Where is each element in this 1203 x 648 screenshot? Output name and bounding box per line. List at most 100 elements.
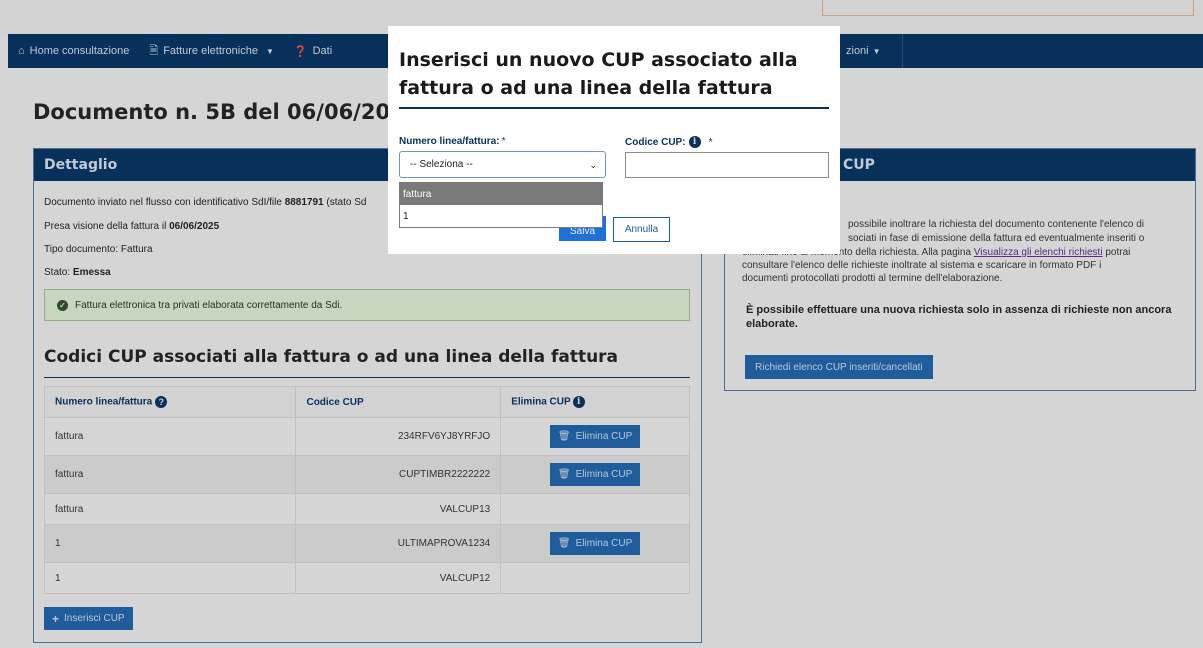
caret-down-icon: ▼	[872, 46, 881, 56]
delete-cup-button[interactable]: 🗑 Elimina CUP	[549, 425, 641, 448]
cell-code: VALCUP13	[295, 493, 502, 525]
delete-cup-label: Elimina CUP	[575, 469, 633, 480]
delete-cup-label: Elimina CUP	[575, 431, 633, 442]
cup-field-label-text: Codice CUP:	[625, 136, 686, 148]
required-marker: *	[501, 136, 506, 147]
section-divider	[44, 377, 690, 378]
detail-line-presa-visione: Presa visione della fattura il 06/06/202…	[44, 221, 219, 232]
question-circle-icon[interactable]: ?	[155, 396, 168, 408]
cup-table: Numero linea/fattura? Codice CUP Elimina…	[43, 386, 690, 594]
insert-cup-modal: Inserisci un nuovo CUP associato alla fa…	[388, 26, 840, 254]
detail-line-tipo: Tipo documento: Fattura	[44, 244, 153, 255]
modal-title: Inserisci un nuovo CUP associato alla fa…	[399, 49, 798, 99]
cup-code-input[interactable]	[625, 152, 829, 178]
nav-home-label: Home consultazione	[29, 45, 130, 57]
info-circle-icon[interactable]: i	[572, 396, 585, 408]
required-marker: *	[708, 136, 713, 148]
col-header-line: Numero linea/fattura?	[43, 386, 297, 418]
detail-line-flow: Documento inviato nel flusso con identif…	[44, 197, 366, 208]
dropdown-option-1[interactable]: 1	[400, 205, 602, 227]
chevron-down-icon: ⌄	[589, 160, 597, 170]
nav-funzioni[interactable]: zioni ▼	[846, 34, 903, 68]
request-text-line3-b: potrai	[1102, 247, 1131, 258]
col-header-line-label: Numero linea/fattura	[55, 396, 153, 408]
check-circle-icon: ✓	[57, 299, 68, 311]
delete-cup-button[interactable]: 🗑 Elimina CUP	[549, 463, 641, 486]
col-header-delete: Elimina CUP i	[500, 386, 690, 418]
cell-code: ULTIMAPROVA1234	[295, 524, 502, 563]
cup-field-label: Codice CUP: i *	[625, 136, 712, 148]
modal-divider	[399, 107, 829, 109]
detail-presa-date: 06/06/2025	[169, 221, 220, 232]
cell-action: 🗑 Elimina CUP	[500, 524, 690, 563]
line-select-dropdown: fattura 1	[399, 182, 603, 228]
table-row: 1 ULTIMAPROVA1234 🗑 Elimina CUP	[43, 524, 690, 563]
table-row: fattura 234RFV6YJ8YRFJO 🗑 Elimina CUP	[43, 417, 690, 456]
line-select[interactable]: -- Seleziona -- ⌄	[399, 151, 606, 178]
detail-flow-id: 8881791	[284, 197, 324, 208]
dropdown-option-fattura[interactable]: fattura	[400, 183, 602, 205]
nav-dati-label: Dati	[312, 45, 333, 57]
cell-line: 1	[43, 562, 297, 594]
insert-cup-button[interactable]: + Inserisci CUP	[44, 607, 133, 630]
page-title: Documento n. 5B del 06/06/2025	[33, 100, 420, 124]
cell-action: 🗑 Elimina CUP	[500, 455, 690, 494]
cell-action	[500, 562, 690, 594]
request-text-line2: sociati in fase di emissione della fattu…	[848, 233, 1145, 244]
table-row: fattura CUPTIMBR2222222 🗑 Elimina CUP	[43, 455, 690, 494]
cell-line: fattura	[43, 417, 297, 456]
nav-funzioni-label: zioni	[846, 45, 869, 57]
success-alert-text: Fattura elettronica tra privati elaborat…	[75, 299, 343, 311]
success-alert: ✓ Fattura elettronica tra privati elabor…	[44, 289, 690, 321]
trash-icon: 🗑	[557, 469, 571, 480]
cell-code: 234RFV6YJ8YRFJO	[295, 417, 502, 456]
cancel-button[interactable]: Annulla	[613, 217, 670, 242]
trash-icon: 🗑	[557, 538, 571, 549]
table-row: fattura VALCUP13	[43, 493, 690, 525]
caret-down-icon: ▼	[265, 46, 274, 56]
nav-separator	[902, 34, 903, 68]
col-header-code-label: Codice CUP	[306, 396, 364, 408]
trash-icon: 🗑	[557, 431, 571, 442]
request-text-line4: consultare l'elenco delle richieste inol…	[742, 260, 1102, 271]
cup-section-title: Codici CUP associati alla fattura o ad u…	[44, 347, 619, 367]
line-select-value: -- Seleziona --	[410, 159, 473, 170]
top-notice-box	[822, 0, 1194, 16]
request-bold-note: È possibile effettuare una nuova richies…	[746, 304, 1172, 330]
cell-line: fattura	[43, 493, 297, 525]
nav-home[interactable]: ⌂ Home consultazione	[8, 34, 139, 68]
delete-cup-label: Elimina CUP	[575, 538, 633, 549]
col-header-delete-label: Elimina CUP	[511, 396, 571, 408]
detail-line-stato: Stato: Emessa	[44, 267, 111, 278]
home-icon: ⌂	[18, 45, 25, 57]
cell-action	[500, 493, 690, 525]
plus-icon: +	[52, 611, 60, 626]
cell-code: VALCUP12	[295, 562, 502, 594]
detail-stato-prefix: Stato:	[44, 267, 73, 278]
info-circle-icon: ❓	[293, 45, 308, 58]
line-field-label: Numero linea/fattura: *	[399, 136, 505, 147]
delete-cup-button[interactable]: 🗑 Elimina CUP	[549, 532, 641, 555]
line-field-label-text: Numero linea/fattura:	[399, 136, 500, 147]
detail-flow-suffix: (stato Sd	[323, 197, 367, 208]
request-cup-list-button[interactable]: Richiedi elenco CUP inseriti/cancellati	[745, 355, 933, 379]
detail-stato-value: Emessa	[72, 267, 111, 278]
info-circle-icon[interactable]: i	[688, 136, 701, 148]
cell-code: CUPTIMBR2222222	[295, 455, 502, 494]
detail-flow-prefix: Documento inviato nel flusso con identif…	[44, 197, 285, 208]
cell-line: fattura	[43, 455, 297, 494]
table-row: 1 VALCUP12	[43, 562, 690, 594]
insert-cup-label: Inserisci CUP	[64, 613, 125, 624]
nav-fatture-label: Fatture elettroniche	[163, 45, 258, 57]
cell-line: 1	[43, 524, 297, 563]
cell-action: 🗑 Elimina CUP	[500, 417, 690, 456]
request-text-line5: documenti protocollati prodotti al termi…	[742, 273, 1003, 284]
nav-fatture-elettroniche[interactable]: 🗎 Fatture elettroniche ▼	[139, 34, 284, 68]
visualizza-elenchi-link[interactable]: Visualizza gli elenchi richiesti	[974, 247, 1103, 258]
nav-dati[interactable]: ❓ Dati	[284, 34, 342, 68]
request-text-line1: possibile inoltrare la richiesta del doc…	[848, 219, 1144, 230]
col-header-code: Codice CUP	[295, 386, 502, 418]
document-icon: 🗎	[149, 44, 159, 57]
table-header-row: Numero linea/fattura? Codice CUP Elimina…	[43, 386, 690, 418]
detail-presa-prefix: Presa visione della fattura il	[44, 221, 170, 232]
